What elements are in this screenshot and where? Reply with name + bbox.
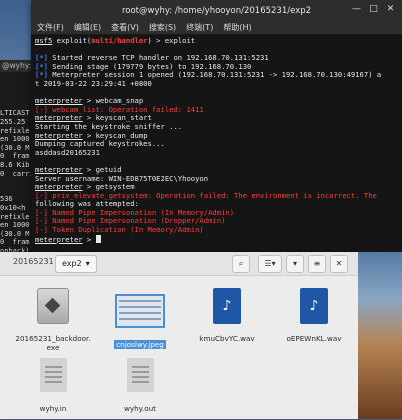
close-icon[interactable]: ✕ <box>384 3 397 16</box>
breadcrumb-parent[interactable]: 20165231 <box>13 257 54 266</box>
image-thumbnail-icon <box>115 294 165 328</box>
terminal-output[interactable]: msf5 exploit(multi/handler) > exploit [*]… <box>31 35 402 249</box>
file-grid: 20165231_backdoor. exe cnjoslwy.jpeg ♪ km… <box>0 276 358 420</box>
breadcrumb-current[interactable]: exp2 ▾ <box>55 255 97 273</box>
chevron-down-icon: ▾ <box>85 259 90 268</box>
captured-keystrokes: asddasd20165231 <box>35 147 100 157</box>
file-name: wyhy.in <box>39 404 67 413</box>
file-name: kmuCbvYC.wav <box>199 334 255 343</box>
menu-search[interactable]: 搜索(S) <box>149 22 176 33</box>
terminal-titlebar: root@wyhy: /home/yhooyon/20165231/exp2 —… <box>31 0 402 21</box>
view-list-icon[interactable]: ☰▾ <box>258 255 282 273</box>
text-file-icon <box>126 358 154 392</box>
file-item-backdoor[interactable]: 20165231_backdoor. exe <box>15 284 91 352</box>
menu-file[interactable]: 文件(F) <box>37 22 64 33</box>
file-name: 20165231_backdoor. exe <box>15 334 91 352</box>
audio-file-icon: ♪ <box>300 288 328 324</box>
text-file-icon <box>39 358 67 392</box>
file-manager-toolbar: 20165231 exp2 ▾ ⌕ ☰▾ ▾ ≡ ✕ <box>0 252 358 276</box>
maximize-icon[interactable]: □ <box>367 3 380 16</box>
file-item-wav-1[interactable]: ♪ kmuCbvYC.wav <box>189 284 265 343</box>
menu-edit[interactable]: 编辑(E) <box>74 22 101 33</box>
menu-view[interactable]: 查看(V) <box>111 22 139 33</box>
menu-terminal[interactable]: 终端(T) <box>186 22 213 33</box>
file-item-jpeg[interactable]: cnjoslwy.jpeg <box>102 284 178 349</box>
file-name: wyhy.out <box>124 404 156 413</box>
minimize-icon[interactable]: — <box>350 3 363 16</box>
menu-icon[interactable]: ≡ <box>308 255 326 273</box>
file-manager-window[interactable]: 20165231 exp2 ▾ ⌕ ☰▾ ▾ ≡ ✕ 20165231_backd… <box>0 252 358 419</box>
search-icon[interactable]: ⌕ <box>232 255 250 273</box>
executable-icon <box>37 288 69 324</box>
terminal-menubar: 文件(F) 编辑(E) 查看(V) 搜索(S) 终端(T) 帮助(H) <box>31 21 402 35</box>
file-item-wav-2[interactable]: ♪ oEPEWnKL.wav <box>276 284 352 343</box>
file-item-wyhy-out[interactable]: wyhy.out <box>102 354 178 413</box>
text-cursor <box>95 234 101 243</box>
desktop-wallpaper <box>358 252 402 419</box>
file-name: cnjoslwy.jpeg <box>114 340 166 349</box>
msf-prompt-line: msf5 exploit(multi/handler) > exploit <box>35 36 196 45</box>
close-icon[interactable]: ✕ <box>330 255 348 273</box>
menu-help[interactable]: 帮助(H) <box>223 22 251 33</box>
file-item-wyhy-in[interactable]: wyhy.in <box>15 354 91 413</box>
file-name: oEPEWnKL.wav <box>286 334 342 343</box>
terminal-title: root@wyhy: /home/yhooyon/20165231/exp2 <box>121 5 312 16</box>
view-options-icon[interactable]: ▾ <box>286 255 304 273</box>
terminal-window[interactable]: root@wyhy: /home/yhooyon/20165231/exp2 —… <box>31 0 402 252</box>
audio-file-icon: ♪ <box>213 288 241 324</box>
